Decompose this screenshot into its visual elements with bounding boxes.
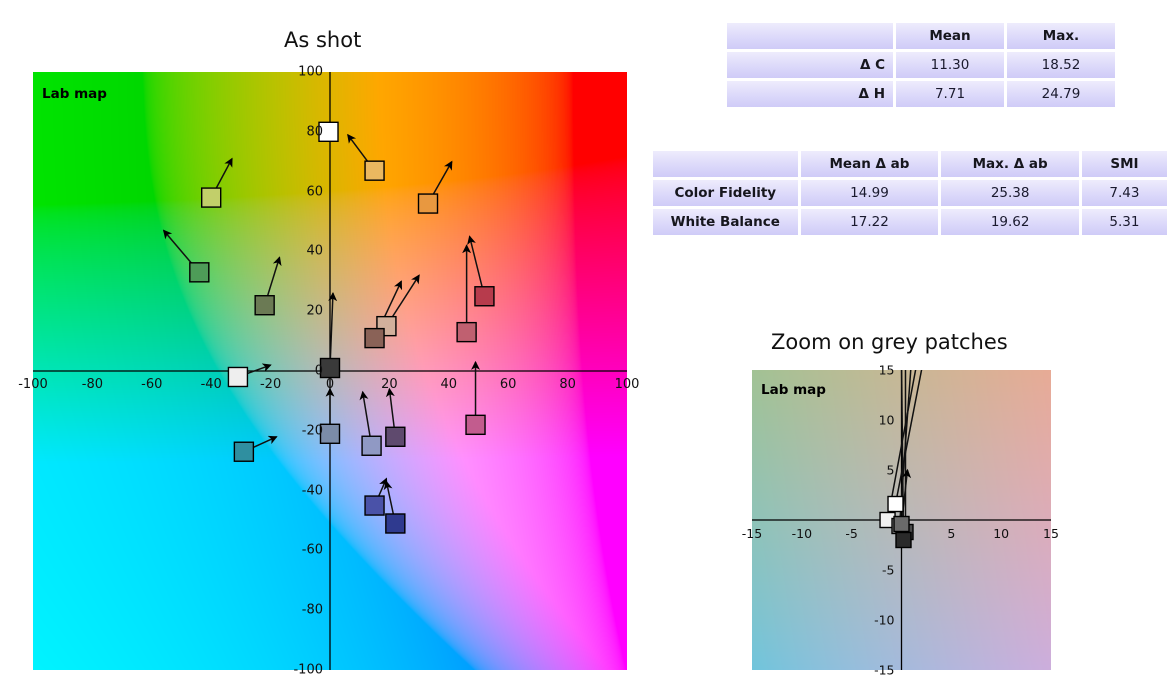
y-tick-0: 0	[314, 363, 323, 379]
white-balance-row-label: White Balance	[653, 209, 798, 235]
y-tick-5: 5	[886, 462, 895, 478]
table-row: Δ H 7.71 24.79	[727, 81, 1115, 107]
y-tick--80: -80	[301, 602, 323, 618]
table-row: Color Fidelity 14.99 25.38 7.43	[653, 180, 1167, 206]
x-tick--20: -20	[259, 377, 282, 392]
y-tick-100: 100	[298, 64, 323, 80]
y-tick-15: 15	[878, 362, 895, 378]
delta-c-mean-value: 11.30	[896, 52, 1004, 78]
y-tick-80: 80	[306, 124, 323, 140]
y-tick--40: -40	[301, 483, 323, 499]
x-tick-100: 100	[614, 377, 640, 392]
table-row-header: Mean Max.	[727, 23, 1115, 49]
x-tick--5: -5	[845, 526, 858, 541]
as-shot-data-overlay	[33, 72, 627, 670]
x-tick--10: -10	[791, 526, 813, 541]
x-tick-10: 10	[993, 526, 1010, 541]
table-row-header: Mean Δ ab Max. Δ ab SMI	[653, 151, 1167, 177]
white-balance-mean-ab-value: 17.22	[800, 209, 939, 235]
color-fidelity-mean-ab-value: 14.99	[800, 180, 939, 206]
zoom-chart-title: Zoom on grey patches	[771, 330, 1008, 354]
x-tick--80: -80	[81, 377, 104, 392]
delta-c-max-value: 18.52	[1007, 52, 1115, 78]
white-balance-max-ab-value: 19.62	[941, 209, 1079, 235]
y-tick--5: -5	[882, 562, 895, 578]
x-tick-5: 5	[947, 526, 956, 541]
zoom-data-overlay	[752, 370, 1051, 670]
x-tick-40: 40	[440, 377, 458, 392]
x-tick-60: 60	[499, 377, 517, 392]
y-tick--20: -20	[301, 423, 323, 439]
delta-h-row-label: Δ H	[727, 81, 893, 107]
x-tick-0: 0	[325, 377, 335, 392]
delta-h-mean-value: 7.71	[896, 81, 1004, 107]
fidelity-table-corner-cell	[653, 151, 798, 177]
delta-metrics-table: Mean Max. Δ C 11.30 18.52 Δ H 7.71 24.79	[724, 20, 1118, 110]
zoom-grey-patches-chart[interactable]: Lab map	[752, 370, 1051, 670]
x-tick-80: 80	[559, 377, 576, 392]
fidelity-table-header-max-ab: Max. Δ ab	[941, 151, 1079, 177]
y-tick-40: 40	[306, 243, 323, 259]
fidelity-table-header-smi: SMI	[1081, 151, 1167, 177]
y-tick-10: 10	[878, 412, 895, 428]
y-tick--10: -10	[874, 612, 895, 628]
white-balance-smi-value: 5.31	[1081, 209, 1167, 235]
lab-map-label-main: Lab map	[42, 86, 107, 102]
delta-h-max-value: 24.79	[1007, 81, 1115, 107]
x-tick--100: -100	[18, 377, 48, 392]
y-tick-60: 60	[306, 184, 323, 200]
as-shot-lab-map-chart[interactable]: Lab map	[33, 72, 627, 670]
y-tick--60: -60	[301, 542, 323, 558]
delta-c-row-label: Δ C	[727, 52, 893, 78]
x-tick-20: 20	[381, 377, 398, 392]
color-fidelity-max-ab-value: 25.38	[941, 180, 1079, 206]
delta-table-corner-cell	[727, 23, 893, 49]
x-tick--15: -15	[741, 526, 763, 541]
color-fidelity-smi-value: 7.43	[1081, 180, 1167, 206]
fidelity-table-header-mean-ab: Mean Δ ab	[800, 151, 939, 177]
delta-table-header-mean: Mean	[896, 23, 1004, 49]
fidelity-metrics-table: Mean Δ ab Max. Δ ab SMI Color Fidelity 1…	[650, 148, 1170, 238]
x-tick-15: 15	[1043, 526, 1059, 541]
delta-table-header-max: Max.	[1007, 23, 1115, 49]
color-fidelity-row-label: Color Fidelity	[653, 180, 798, 206]
lab-map-label-zoom: Lab map	[761, 382, 826, 398]
table-row: Δ C 11.30 18.52	[727, 52, 1115, 78]
x-tick--40: -40	[200, 377, 222, 392]
y-tick--100: -100	[293, 662, 323, 678]
x-tick--60: -60	[141, 377, 163, 392]
table-row: White Balance 17.22 19.62 5.31	[653, 209, 1167, 235]
y-tick-20: 20	[306, 303, 323, 319]
as-shot-chart-title: As shot	[284, 28, 362, 52]
y-tick--15: -15	[874, 662, 895, 678]
